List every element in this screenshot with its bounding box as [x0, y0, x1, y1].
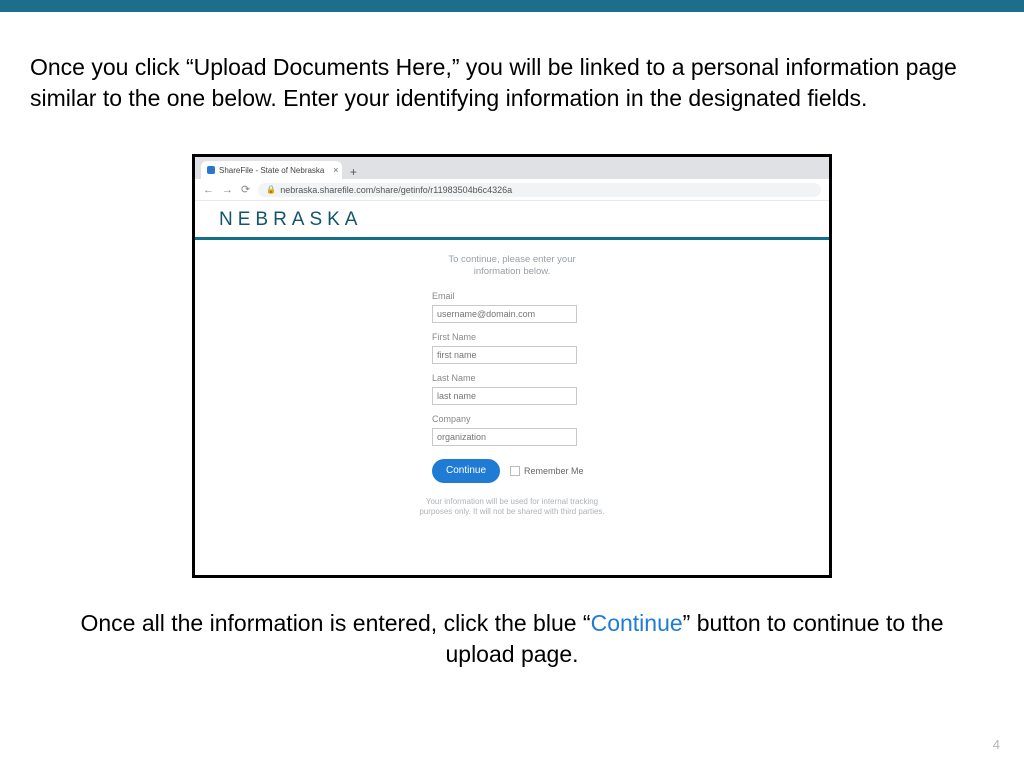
lock-icon: 🔒 — [266, 185, 276, 194]
disclaimer-line2: purposes only. It will not be shared wit… — [419, 507, 604, 516]
sharefile-favicon — [207, 166, 215, 174]
browser-address-bar: ← → ⟳ 🔒 nebraska.sharefile.com/share/get… — [195, 179, 829, 201]
company-label: Company — [432, 414, 577, 424]
first-name-label: First Name — [432, 332, 577, 342]
intro-paragraph: Once you click “Upload Documents Here,” … — [0, 12, 1024, 124]
company-field-group: Company — [432, 414, 577, 446]
last-name-field-group: Last Name — [432, 373, 577, 405]
form-prompt: To continue, please enter your informati… — [448, 254, 575, 279]
email-field-group: Email — [432, 291, 577, 323]
back-icon[interactable]: ← — [203, 184, 214, 196]
reload-icon[interactable]: ⟳ — [241, 183, 250, 196]
company-field[interactable] — [432, 428, 577, 446]
outro-pre: Once all the information is entered, cli… — [80, 610, 590, 636]
url-text: nebraska.sharefile.com/share/getinfo/r11… — [280, 185, 512, 195]
disclaimer-line1: Your information will be used for intern… — [426, 497, 598, 506]
page-number: 4 — [993, 737, 1000, 752]
remember-me-checkbox[interactable] — [510, 466, 520, 476]
url-field[interactable]: 🔒 nebraska.sharefile.com/share/getinfo/r… — [258, 183, 821, 197]
remember-me-label: Remember Me — [524, 466, 584, 476]
browser-tab-strip: ShareFile - State of Nebraska × + — [195, 157, 829, 179]
privacy-disclaimer: Your information will be used for intern… — [417, 497, 607, 518]
site-header: NEBRASKA — [195, 201, 829, 237]
slide-top-bar — [0, 0, 1024, 12]
browser-tab[interactable]: ShareFile - State of Nebraska × — [201, 161, 342, 179]
nebraska-logo: NEBRASKA — [219, 209, 805, 231]
outro-paragraph: Once all the information is entered, cli… — [0, 578, 1024, 670]
outro-link-word: Continue — [591, 610, 683, 636]
form-inner: To continue, please enter your informati… — [402, 254, 622, 575]
email-label: Email — [432, 291, 577, 301]
form-area: To continue, please enter your informati… — [195, 240, 829, 575]
remember-me[interactable]: Remember Me — [510, 466, 584, 476]
forward-icon[interactable]: → — [222, 184, 233, 196]
continue-row: Continue Remember Me — [432, 459, 584, 483]
new-tab-icon[interactable]: + — [346, 165, 360, 179]
close-icon[interactable]: × — [333, 165, 338, 175]
prompt-line2: information below. — [474, 266, 551, 277]
prompt-line1: To continue, please enter your — [448, 254, 575, 265]
screenshot-container: ShareFile - State of Nebraska × + ← → ⟳ … — [0, 154, 1024, 578]
tab-title: ShareFile - State of Nebraska — [219, 166, 324, 175]
first-name-field[interactable] — [432, 346, 577, 364]
last-name-field[interactable] — [432, 387, 577, 405]
last-name-label: Last Name — [432, 373, 577, 383]
browser-screenshot: ShareFile - State of Nebraska × + ← → ⟳ … — [192, 154, 832, 578]
email-field[interactable] — [432, 305, 577, 323]
continue-button[interactable]: Continue — [432, 459, 500, 483]
first-name-field-group: First Name — [432, 332, 577, 364]
